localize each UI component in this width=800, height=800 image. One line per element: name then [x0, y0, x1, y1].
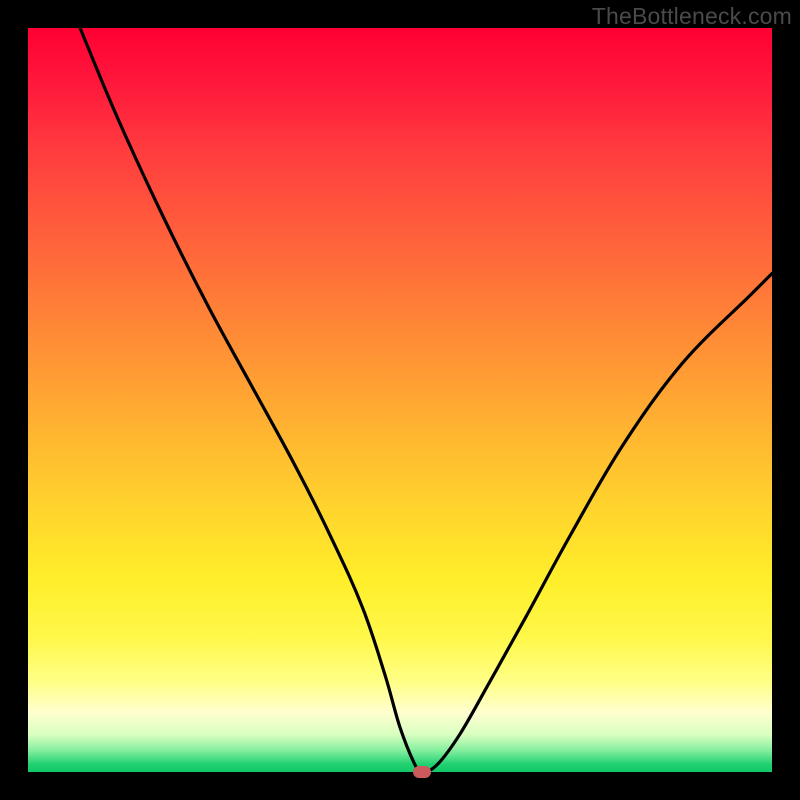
bottleneck-curve [28, 28, 772, 772]
plot-area [28, 28, 772, 772]
curve-path [80, 28, 772, 772]
minimum-marker [413, 766, 431, 778]
watermark-text: TheBottleneck.com [592, 3, 792, 30]
outer-frame: TheBottleneck.com [0, 0, 800, 800]
